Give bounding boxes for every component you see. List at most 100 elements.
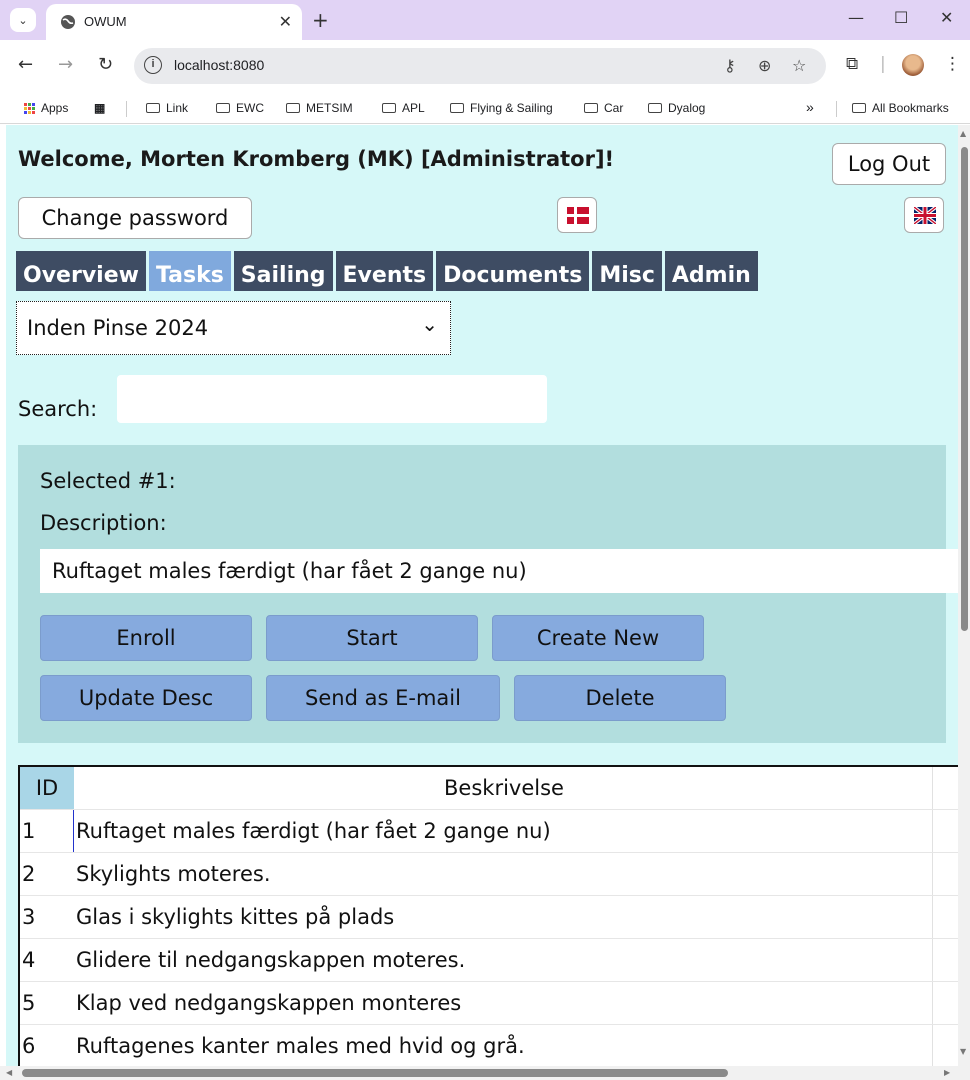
- start-button[interactable]: Start: [266, 615, 478, 661]
- tab-overview[interactable]: Overview: [16, 251, 146, 291]
- tab-events[interactable]: Events: [335, 251, 434, 291]
- tab-misc[interactable]: Misc: [592, 251, 662, 291]
- vertical-scroll-thumb[interactable]: [961, 147, 968, 631]
- bookmarks-bar: Apps ▦ Link EWC METSIM APL Flying & Sail…: [0, 94, 970, 124]
- cell-id: 1: [22, 819, 36, 843]
- bookmark-ewc[interactable]: EWC: [216, 101, 264, 115]
- globe-icon: [61, 15, 75, 29]
- bookmark-apl[interactable]: APL: [382, 101, 425, 115]
- profile-avatar[interactable]: [902, 54, 924, 76]
- scroll-up-icon[interactable]: ▲: [960, 129, 966, 138]
- zoom-icon[interactable]: ⊕: [758, 56, 771, 75]
- toolbar-divider: |: [880, 54, 886, 74]
- danish-flag-icon: [567, 207, 589, 224]
- bookmark-dyalog[interactable]: Dyalog: [648, 101, 705, 115]
- main-nav-tabs: Overview Tasks Sailing Events Documents …: [16, 251, 758, 291]
- scroll-down-icon[interactable]: ▼: [960, 1047, 966, 1056]
- bookmarks-overflow-icon[interactable]: »: [806, 99, 814, 115]
- close-window-icon[interactable]: ✕: [940, 8, 953, 27]
- bookmark-car[interactable]: Car: [584, 101, 623, 115]
- cell-description: Ruftagenes kanter males med hvid og grå.: [76, 1034, 525, 1058]
- minimize-icon[interactable]: —: [848, 8, 864, 27]
- tab-sailing[interactable]: Sailing: [233, 251, 333, 291]
- maximize-icon[interactable]: ☐: [894, 8, 908, 27]
- tab-tasks[interactable]: Tasks: [148, 251, 231, 291]
- description-label: Description:: [40, 511, 167, 535]
- folder-icon: [382, 103, 396, 113]
- column-header-description[interactable]: Beskrivelse: [74, 767, 934, 809]
- apps-grid-icon: [24, 102, 35, 114]
- close-tab-icon[interactable]: ✕: [279, 12, 292, 31]
- tab-documents[interactable]: Documents: [436, 251, 590, 291]
- browser-tab[interactable]: OWUM ✕: [46, 4, 302, 40]
- extensions-icon[interactable]: ⧉: [846, 54, 858, 74]
- address-bar[interactable]: i localhost:8080 ⚷ ⊕ ☆: [134, 48, 826, 84]
- chevron-down-icon: ⌄: [18, 13, 28, 27]
- folder-icon: [286, 103, 300, 113]
- table-row[interactable]: 2 Skylights moteres.: [20, 852, 958, 895]
- create-new-button[interactable]: Create New: [492, 615, 704, 661]
- description-input[interactable]: Ruftaget males færdigt (har fået 2 gange…: [40, 549, 958, 593]
- site-info-icon[interactable]: i: [144, 56, 162, 74]
- all-bookmarks[interactable]: All Bookmarks: [852, 101, 949, 115]
- enroll-button[interactable]: Enroll: [40, 615, 252, 661]
- tab-admin[interactable]: Admin: [664, 251, 758, 291]
- table-row[interactable]: 1 Ruftaget males færdigt (har fået 2 gan…: [20, 809, 958, 853]
- cell-description: Ruftaget males færdigt (har fået 2 gange…: [76, 819, 551, 843]
- search-input[interactable]: [117, 375, 547, 423]
- folder-icon: [584, 103, 598, 113]
- tab-groups-icon[interactable]: ▦: [94, 101, 105, 115]
- scroll-right-icon[interactable]: ▶: [944, 1068, 950, 1077]
- welcome-heading: Welcome, Morten Kromberg (MK) [Administr…: [18, 147, 615, 171]
- bookmark-separator: [836, 101, 837, 117]
- url-text[interactable]: localhost:8080: [174, 57, 264, 73]
- bookmark-star-icon[interactable]: ☆: [792, 56, 806, 75]
- selected-label: Selected #1:: [40, 469, 176, 493]
- table-row[interactable]: 6 Ruftagenes kanter males med hvid og gr…: [20, 1024, 958, 1066]
- logout-button[interactable]: Log Out: [832, 143, 946, 185]
- scroll-left-icon[interactable]: ◀: [6, 1068, 12, 1077]
- cell-description: Klap ved nedgangskappen monteres: [76, 991, 462, 1015]
- selected-task-panel: Selected #1: Description: Ruftaget males…: [18, 445, 958, 743]
- tasks-table: ID Beskrivelse 1 Ruftaget males færdigt …: [18, 765, 958, 1066]
- column-header-id[interactable]: ID: [20, 767, 74, 809]
- cell-description: Glas i skylights kittes på plads: [76, 905, 395, 929]
- cell-description: Glidere til nedgangskappen moteres.: [76, 948, 466, 972]
- bookmark-link[interactable]: Link: [146, 101, 188, 115]
- vertical-scrollbar[interactable]: ▲ ▼: [958, 125, 970, 1066]
- delete-button[interactable]: Delete: [514, 675, 726, 721]
- browser-tabstrip: ⌄ OWUM ✕ + — ☐ ✕: [0, 0, 970, 40]
- folder-icon: [216, 103, 230, 113]
- horizontal-scroll-thumb[interactable]: [22, 1069, 728, 1077]
- bookmark-apps[interactable]: Apps: [24, 101, 68, 115]
- reload-icon[interactable]: ↻: [98, 54, 113, 75]
- bookmark-flying-sailing[interactable]: Flying & Sailing: [450, 101, 553, 115]
- tab-search-button[interactable]: ⌄: [10, 8, 36, 32]
- page-content: Welcome, Morten Kromberg (MK) [Administr…: [6, 125, 958, 1066]
- english-language-button[interactable]: [904, 197, 944, 233]
- cell-id: 6: [22, 1034, 36, 1058]
- horizontal-scrollbar[interactable]: ◀ ▶: [0, 1066, 970, 1080]
- back-icon[interactable]: ←: [18, 54, 33, 75]
- cell-id: 2: [22, 862, 36, 886]
- cell-id: 3: [22, 905, 36, 929]
- table-row[interactable]: 3 Glas i skylights kittes på plads: [20, 895, 958, 938]
- menu-icon[interactable]: ⋮: [944, 54, 961, 74]
- folder-icon: [852, 103, 866, 113]
- danish-language-button[interactable]: [557, 197, 597, 233]
- uk-flag-icon: [914, 207, 936, 224]
- table-row[interactable]: 4 Glidere til nedgangskappen moteres.: [20, 938, 958, 981]
- new-tab-icon[interactable]: +: [312, 8, 329, 32]
- password-key-icon[interactable]: ⚷: [724, 56, 736, 75]
- update-desc-button[interactable]: Update Desc: [40, 675, 252, 721]
- change-password-button[interactable]: Change password: [18, 197, 252, 239]
- period-select-value: Inden Pinse 2024: [27, 316, 209, 340]
- table-row[interactable]: 5 Klap ved nedgangskappen monteres: [20, 981, 958, 1024]
- forward-icon[interactable]: →: [58, 54, 73, 75]
- bookmark-metsim[interactable]: METSIM: [286, 101, 353, 115]
- period-select[interactable]: Inden Pinse 2024 ⌄: [16, 301, 451, 355]
- search-label: Search:: [18, 397, 98, 421]
- cell-description: Skylights moteres.: [76, 862, 271, 886]
- send-email-button[interactable]: Send as E-mail: [266, 675, 500, 721]
- tab-title: OWUM: [84, 14, 127, 29]
